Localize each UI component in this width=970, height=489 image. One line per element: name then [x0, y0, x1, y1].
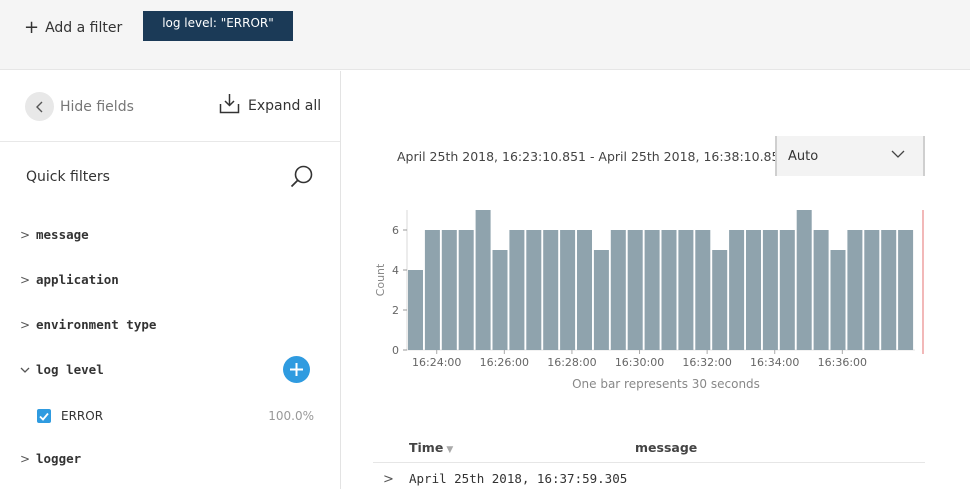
histogram-bar [661, 230, 677, 350]
histogram-bar [560, 230, 576, 350]
chevron-right-icon: > [20, 451, 31, 466]
histogram-bar [644, 230, 660, 350]
histogram-bar [408, 270, 423, 350]
field-name: message [36, 227, 89, 242]
chevron-left-icon [25, 92, 54, 121]
field-name: logger [36, 451, 82, 466]
x-tick-label: 16:36:00 [818, 356, 867, 369]
add-filter-label: Add a filter [45, 20, 123, 36]
chart-caption: One bar represents 30 seconds [572, 377, 760, 391]
field-value-label: ERROR [61, 409, 104, 423]
field-name: application [36, 272, 119, 287]
x-tick-label: 16:24:00 [412, 356, 461, 369]
histogram-bar [424, 230, 440, 350]
field-item-message[interactable]: > message [20, 227, 89, 242]
y-tick-label: 0 [392, 344, 399, 357]
histogram-bar [458, 230, 474, 350]
x-tick-label: 16:28:00 [547, 356, 596, 369]
field-name: log level [36, 362, 104, 377]
histogram-bar [492, 250, 508, 350]
table-header: Time ▼ message [373, 433, 925, 463]
y-axis-label: Count [374, 263, 387, 296]
histogram-bar [712, 250, 728, 350]
histogram-bar [678, 230, 694, 350]
x-tick-label: 16:34:00 [750, 356, 799, 369]
expand-all-label: Expand all [248, 97, 322, 114]
histogram-bar [695, 230, 711, 350]
histogram-bar [526, 230, 542, 350]
checkbox[interactable] [37, 409, 51, 423]
add-filter-button[interactable]: + Add a filter [24, 16, 122, 40]
histogram-bar [830, 250, 846, 350]
interval-value: Auto [788, 148, 819, 164]
download-icon [219, 93, 240, 118]
histogram-bar [441, 230, 457, 350]
field-name: environment type [36, 317, 157, 332]
plus-icon [290, 363, 303, 376]
main-panel: April 25th 2018, 16:23:10.851 - April 25… [341, 71, 970, 489]
y-tick-label: 4 [392, 264, 399, 277]
histogram-bar [746, 230, 761, 350]
quick-filters-title: Quick filters [26, 169, 110, 185]
histogram-chart[interactable]: 0 2 4 6 Count 16:24:00 16:26:00 16:28:00 16:30:0… [371, 204, 931, 394]
table-row-time: April 25th 2018, 16:37:59.305 [409, 471, 628, 486]
histogram-bar [509, 230, 525, 350]
column-header-time[interactable]: Time ▼ [409, 440, 453, 455]
interval-select[interactable]: Auto [775, 136, 925, 176]
y-tick-label: 6 [392, 224, 399, 237]
row-expand-icon[interactable]: > [383, 472, 394, 487]
histogram-bar [475, 210, 491, 350]
x-tick-label: 16:26:00 [480, 356, 529, 369]
check-icon [39, 412, 49, 421]
chevron-right-icon: > [20, 227, 31, 242]
histogram-bar [813, 230, 829, 350]
column-header-message: message [635, 440, 698, 455]
histogram-bar [847, 230, 863, 350]
chevron-down-icon [20, 363, 36, 377]
histogram-bar [610, 230, 626, 350]
chevron-right-icon: > [20, 317, 31, 332]
x-tick-label: 16:30:00 [615, 356, 664, 369]
field-item-log-level[interactable]: log level [20, 362, 104, 377]
histogram-bar [864, 230, 880, 350]
fields-sidebar: Hide fields Expand all Quick filters > m… [0, 71, 341, 489]
hide-fields-label: Hide fields [60, 98, 134, 115]
chevron-right-icon: > [20, 272, 31, 287]
histogram-bar [577, 230, 592, 350]
expand-all-button[interactable]: Expand all [219, 93, 321, 118]
histogram-bar [779, 230, 795, 350]
histogram-bar [543, 230, 559, 350]
time-range-label: April 25th 2018, 16:23:10.851 - April 25… [397, 149, 788, 164]
column-header-label: Time [409, 440, 444, 455]
plus-icon: + [24, 17, 40, 38]
histogram-bar [796, 210, 812, 350]
active-filter-pill[interactable]: log level: "ERROR" [143, 11, 293, 41]
histogram-bar [593, 250, 609, 350]
field-value-percent: 100.0% [268, 409, 314, 423]
histogram-bar [627, 230, 643, 350]
chevron-down-icon [891, 148, 905, 164]
add-field-filter-button[interactable] [283, 356, 310, 383]
sidebar-header: Hide fields Expand all [0, 71, 340, 142]
field-item-environment-type[interactable]: > environment type [20, 317, 156, 332]
histogram-bar [762, 230, 778, 350]
field-item-application[interactable]: > application [20, 272, 119, 287]
field-value-item: ERROR 100.0% [37, 407, 317, 425]
histogram-bar [898, 230, 914, 350]
histogram-bar [729, 230, 745, 350]
x-tick-label: 16:32:00 [682, 356, 731, 369]
filter-bar: + Add a filter log level: "ERROR" [0, 0, 970, 70]
hide-fields-button[interactable]: Hide fields [25, 92, 134, 121]
field-item-logger[interactable]: > logger [20, 451, 81, 466]
y-tick-label: 2 [392, 304, 399, 317]
search-icon[interactable] [289, 164, 315, 190]
sort-down-icon: ▼ [446, 445, 454, 455]
histogram-bar [881, 230, 897, 350]
